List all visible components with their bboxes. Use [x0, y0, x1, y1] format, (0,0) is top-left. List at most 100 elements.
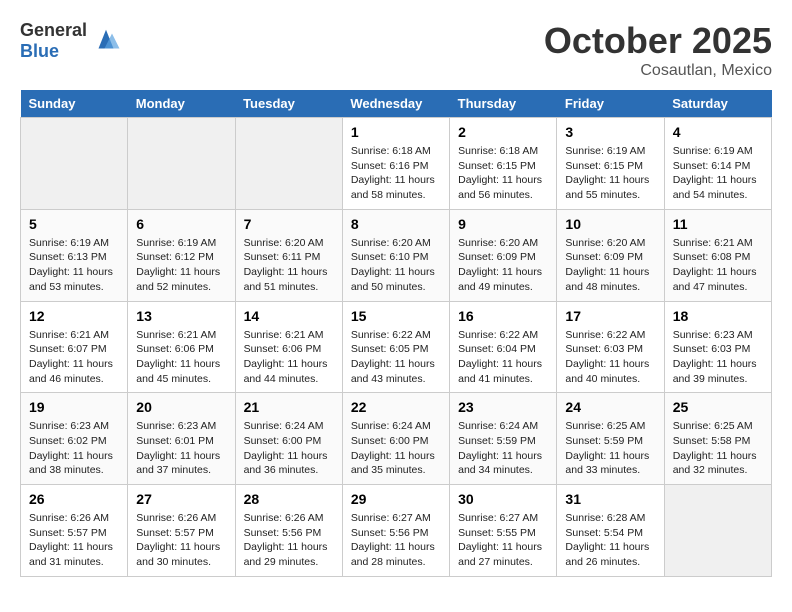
day-number: 7 — [244, 216, 334, 232]
logo-icon — [91, 26, 121, 56]
day-number: 1 — [351, 124, 441, 140]
calendar-cell: 17 Sunrise: 6:22 AMSunset: 6:03 PMDayligh… — [557, 301, 664, 393]
day-number: 23 — [458, 399, 548, 415]
cell-info: Sunrise: 6:27 AMSunset: 5:56 PMDaylight:… — [351, 511, 441, 570]
cell-info: Sunrise: 6:22 AMSunset: 6:05 PMDaylight:… — [351, 328, 441, 387]
calendar-cell: 20Sunrise: 6:23 AMSunset: 6:01 PMDayligh… — [128, 393, 235, 485]
day-number: 14 — [244, 308, 334, 324]
calendar-cell — [21, 118, 128, 210]
cell-info: Sunrise: 6:21 AMSunset: 6:06 PMDaylight:… — [244, 328, 334, 387]
cell-info: Sunrise: 6:28 AMSunset: 5:54 PMDaylight:… — [565, 511, 655, 570]
cell-info: Sunrise: 6:24 AMSunset: 6:00 PMDaylight:… — [351, 419, 441, 478]
day-number: 28 — [244, 491, 334, 507]
day-header-saturday: Saturday — [664, 90, 771, 118]
week-row-3: 12Sunrise: 6:21 AMSunset: 6:07 PMDayligh… — [21, 301, 772, 393]
logo-text: General Blue — [20, 20, 87, 62]
day-number: 5 — [29, 216, 119, 232]
cell-info: Sunrise: 6:19 AMSunset: 6:14 PMDaylight:… — [673, 144, 763, 203]
cell-info: Sunrise: 6:18 AMSunset: 6:15 PMDaylight:… — [458, 144, 548, 203]
cell-info: Sunrise: 6:19 AMSunset: 6:12 PMDaylight:… — [136, 236, 226, 295]
day-number: 22 — [351, 399, 441, 415]
day-number: 13 — [136, 308, 226, 324]
calendar-cell: 23 Sunrise: 6:24 AMSunset: 5:59 PMDayligh… — [450, 393, 557, 485]
cell-info: Sunrise: 6:21 AMSunset: 6:06 PMDaylight:… — [136, 328, 226, 387]
day-header-wednesday: Wednesday — [342, 90, 449, 118]
day-header-monday: Monday — [128, 90, 235, 118]
cell-info: Sunrise: 6:19 AMSunset: 6:13 PMDaylight:… — [29, 236, 119, 295]
week-row-2: 5 Sunrise: 6:19 AMSunset: 6:13 PMDaylight… — [21, 209, 772, 301]
title-block: October 2025 Cosautlan, Mexico — [544, 20, 772, 80]
cell-info: Sunrise: 6:22 AMSunset: 6:03 PMDaylight:… — [565, 328, 655, 387]
day-header-sunday: Sunday — [21, 90, 128, 118]
calendar-cell: 12Sunrise: 6:21 AMSunset: 6:07 PMDayligh… — [21, 301, 128, 393]
cell-info: Sunrise: 6:21 AMSunset: 6:07 PMDaylight:… — [29, 328, 119, 387]
calendar-header-row: SundayMondayTuesdayWednesdayThursdayFrid… — [21, 90, 772, 118]
calendar-cell: 27Sunrise: 6:26 AMSunset: 5:57 PMDayligh… — [128, 485, 235, 577]
cell-info: Sunrise: 6:25 AMSunset: 5:58 PMDaylight:… — [673, 419, 763, 478]
calendar-cell: 21Sunrise: 6:24 AMSunset: 6:00 PMDayligh… — [235, 393, 342, 485]
day-header-tuesday: Tuesday — [235, 90, 342, 118]
calendar-cell: 13 Sunrise: 6:21 AMSunset: 6:06 PMDayligh… — [128, 301, 235, 393]
logo: General Blue — [20, 20, 121, 62]
day-number: 8 — [351, 216, 441, 232]
calendar-cell: 19Sunrise: 6:23 AMSunset: 6:02 PMDayligh… — [21, 393, 128, 485]
day-number: 29 — [351, 491, 441, 507]
calendar-cell: 10Sunrise: 6:20 AMSunset: 6:09 PMDayligh… — [557, 209, 664, 301]
day-number: 6 — [136, 216, 226, 232]
day-number: 4 — [673, 124, 763, 140]
cell-info: Sunrise: 6:26 AMSunset: 5:57 PMDaylight:… — [136, 511, 226, 570]
calendar-cell — [128, 118, 235, 210]
cell-info: Sunrise: 6:24 AMSunset: 6:00 PMDaylight:… — [244, 419, 334, 478]
calendar-cell: 1 Sunrise: 6:18 AMSunset: 6:16 PMDaylight… — [342, 118, 449, 210]
calendar-cell: 18Sunrise: 6:23 AMSunset: 6:03 PMDayligh… — [664, 301, 771, 393]
day-number: 9 — [458, 216, 548, 232]
page-header: General Blue October 2025 Cosautlan, Mex… — [20, 20, 772, 80]
day-number: 31 — [565, 491, 655, 507]
calendar-cell: 31 Sunrise: 6:28 AMSunset: 5:54 PMDayligh… — [557, 485, 664, 577]
calendar-cell: 7 Sunrise: 6:20 AMSunset: 6:11 PMDaylight… — [235, 209, 342, 301]
cell-info: Sunrise: 6:25 AMSunset: 5:59 PMDaylight:… — [565, 419, 655, 478]
cell-info: Sunrise: 6:20 AMSunset: 6:09 PMDaylight:… — [458, 236, 548, 295]
cell-info: Sunrise: 6:20 AMSunset: 6:10 PMDaylight:… — [351, 236, 441, 295]
calendar-cell: 24 Sunrise: 6:25 AMSunset: 5:59 PMDayligh… — [557, 393, 664, 485]
cell-info: Sunrise: 6:21 AMSunset: 6:08 PMDaylight:… — [673, 236, 763, 295]
calendar-cell: 2 Sunrise: 6:18 AMSunset: 6:15 PMDaylight… — [450, 118, 557, 210]
day-number: 26 — [29, 491, 119, 507]
calendar-cell: 22 Sunrise: 6:24 AMSunset: 6:00 PMDayligh… — [342, 393, 449, 485]
calendar-table: SundayMondayTuesdayWednesdayThursdayFrid… — [20, 90, 772, 577]
month-title: October 2025 — [544, 20, 772, 62]
day-number: 11 — [673, 216, 763, 232]
cell-info: Sunrise: 6:24 AMSunset: 5:59 PMDaylight:… — [458, 419, 548, 478]
calendar-cell: 30Sunrise: 6:27 AMSunset: 5:55 PMDayligh… — [450, 485, 557, 577]
day-number: 17 — [565, 308, 655, 324]
calendar-cell: 14 Sunrise: 6:21 AMSunset: 6:06 PMDayligh… — [235, 301, 342, 393]
day-header-friday: Friday — [557, 90, 664, 118]
calendar-cell: 8 Sunrise: 6:20 AMSunset: 6:10 PMDaylight… — [342, 209, 449, 301]
cell-info: Sunrise: 6:26 AMSunset: 5:56 PMDaylight:… — [244, 511, 334, 570]
calendar-cell: 16Sunrise: 6:22 AMSunset: 6:04 PMDayligh… — [450, 301, 557, 393]
calendar-cell: 9 Sunrise: 6:20 AMSunset: 6:09 PMDaylight… — [450, 209, 557, 301]
calendar-cell — [235, 118, 342, 210]
calendar-cell: 26Sunrise: 6:26 AMSunset: 5:57 PMDayligh… — [21, 485, 128, 577]
cell-info: Sunrise: 6:20 AMSunset: 6:11 PMDaylight:… — [244, 236, 334, 295]
calendar-cell: 15 Sunrise: 6:22 AMSunset: 6:05 PMDayligh… — [342, 301, 449, 393]
calendar-cell: 3Sunrise: 6:19 AMSunset: 6:15 PMDaylight… — [557, 118, 664, 210]
cell-info: Sunrise: 6:23 AMSunset: 6:02 PMDaylight:… — [29, 419, 119, 478]
week-row-5: 26 Sunrise: 6:26 AMSunset: 5:57 PMDayligh… — [21, 485, 772, 577]
calendar-cell: 4 Sunrise: 6:19 AMSunset: 6:14 PMDaylight… — [664, 118, 771, 210]
calendar-cell: 25Sunrise: 6:25 AMSunset: 5:58 PMDayligh… — [664, 393, 771, 485]
calendar-cell — [664, 485, 771, 577]
calendar-cell: 6 Sunrise: 6:19 AMSunset: 6:12 PMDaylight… — [128, 209, 235, 301]
day-number: 30 — [458, 491, 548, 507]
week-row-4: 19Sunrise: 6:23 AMSunset: 6:02 PMDayligh… — [21, 393, 772, 485]
calendar-cell: 5 Sunrise: 6:19 AMSunset: 6:13 PMDaylight… — [21, 209, 128, 301]
calendar-cell: 11 Sunrise: 6:21 AMSunset: 6:08 PMDayligh… — [664, 209, 771, 301]
calendar-cell: 28 Sunrise: 6:26 AMSunset: 5:56 PMDayligh… — [235, 485, 342, 577]
cell-info: Sunrise: 6:22 AMSunset: 6:04 PMDaylight:… — [458, 328, 548, 387]
day-number: 24 — [565, 399, 655, 415]
day-number: 15 — [351, 308, 441, 324]
day-number: 18 — [673, 308, 763, 324]
calendar-cell: 29 Sunrise: 6:27 AMSunset: 5:56 PMDayligh… — [342, 485, 449, 577]
cell-info: Sunrise: 6:18 AMSunset: 6:16 PMDaylight:… — [351, 144, 441, 203]
day-number: 2 — [458, 124, 548, 140]
